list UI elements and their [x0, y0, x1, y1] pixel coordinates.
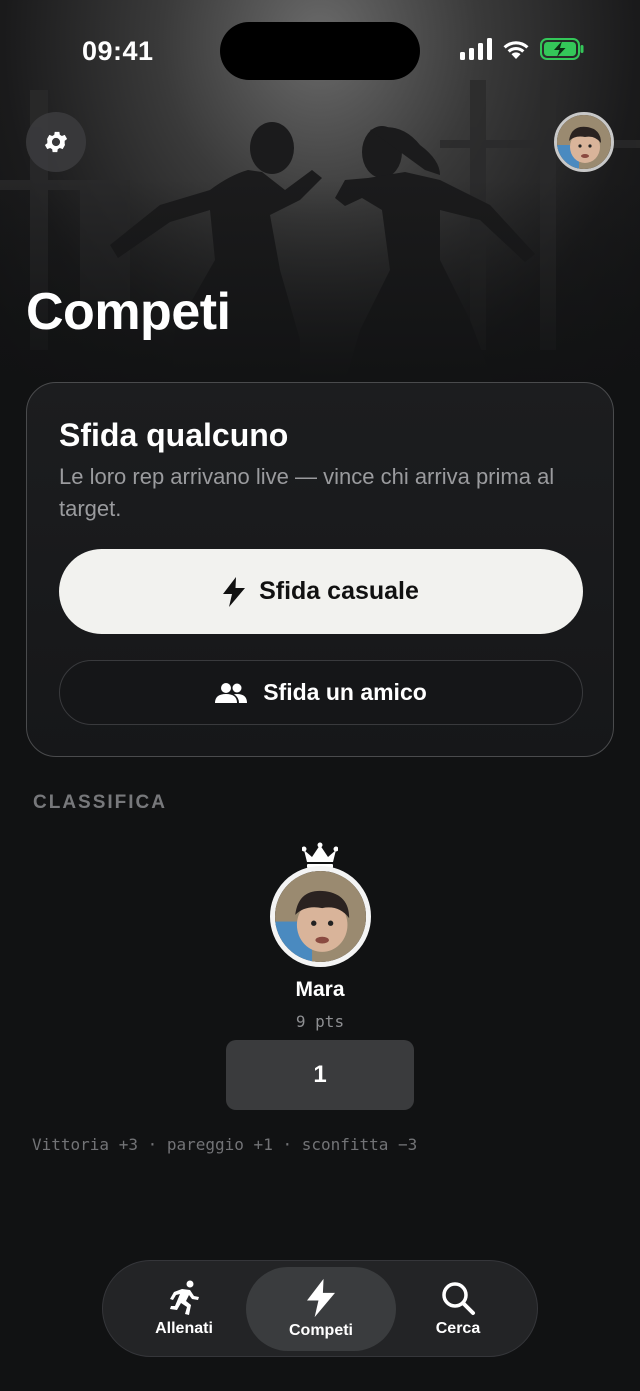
scoring-rules: Vittoria +3 · pareggio +1 · sconfitta −3: [32, 1135, 418, 1154]
podium-rank-1: 1: [226, 1040, 414, 1110]
gear-icon: [44, 131, 68, 153]
leaderboard-points: 9 pts: [295, 1012, 345, 1031]
challenge-card-title: Sfida qualcuno: [59, 417, 289, 453]
challenge-card-subtitle: Le loro rep arrivano live — vince chi ar…: [59, 464, 555, 521]
battery-charging-icon: [540, 38, 584, 60]
tab-allenati[interactable]: Allenati: [109, 1267, 259, 1351]
status-bar: 09:41: [0, 0, 640, 100]
tab-competi-label: Competi: [289, 1322, 353, 1339]
bolt-icon: [307, 1278, 335, 1318]
tab-competi[interactable]: Competi: [246, 1267, 396, 1351]
tab-cerca[interactable]: Cerca: [383, 1267, 533, 1351]
friend-challenge-button[interactable]: Sfida un amico: [59, 660, 583, 725]
tab-allenati-label: Allenati: [155, 1320, 213, 1337]
leaderboard-avatar[interactable]: [270, 866, 371, 967]
challenge-card: Sfida qualcuno Le loro rep arrivano live…: [26, 382, 614, 757]
crown-icon: [302, 842, 338, 868]
avatar-photo: [275, 871, 366, 962]
dynamic-island: [220, 22, 420, 80]
status-time: 09:41: [82, 36, 154, 66]
random-challenge-label: Sfida casuale: [259, 577, 419, 605]
podium-rank-label: 1: [313, 1061, 327, 1088]
people-icon: [215, 682, 248, 703]
avatar-photo: [557, 115, 611, 169]
running-icon: [170, 1280, 199, 1315]
wifi-icon: [503, 41, 529, 59]
cellular-signal-icon: [460, 38, 492, 60]
friend-challenge-label: Sfida un amico: [263, 679, 427, 705]
random-challenge-button[interactable]: Sfida casuale: [59, 549, 583, 634]
settings-button[interactable]: [26, 112, 86, 172]
bolt-icon: [223, 576, 246, 607]
leaderboard-name: Mara: [295, 978, 345, 1001]
tab-cerca-label: Cerca: [435, 1320, 481, 1337]
leaderboard-section-label: CLASSIFICA: [33, 792, 167, 813]
search-icon: [442, 1282, 475, 1315]
status-icons: [460, 38, 584, 60]
page-title: Competi: [26, 283, 231, 341]
profile-avatar-button[interactable]: [554, 112, 614, 172]
tab-bar: Allenati Competi Cerca: [102, 1260, 538, 1357]
